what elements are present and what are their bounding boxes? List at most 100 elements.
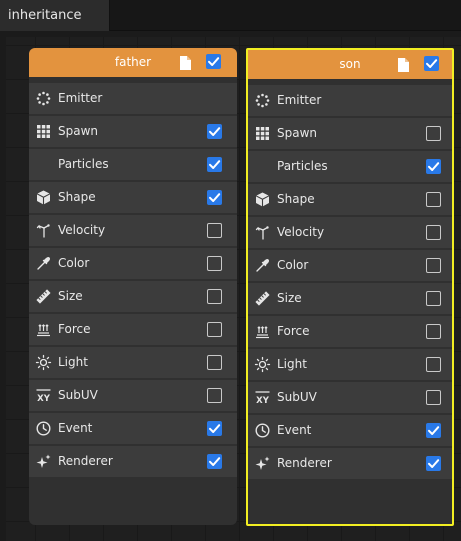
module-row-renderer[interactable]: Renderer [29,446,237,477]
module-row-spawn[interactable]: Spawn [248,118,452,149]
module-row-renderer[interactable]: Renderer [248,448,452,479]
ruler-icon [255,291,270,306]
module-label: Light [58,355,88,369]
eyedropper-icon [36,256,51,271]
node-header[interactable]: son [248,50,452,79]
module-label: Renderer [58,454,113,468]
velocity-icon [36,223,51,238]
cube-icon [255,192,270,207]
module-checkbox[interactable] [207,355,222,370]
module-row-size[interactable]: Size [248,283,452,314]
module-checkbox[interactable] [207,223,222,238]
eyedropper-icon [255,258,270,273]
module-label: SubUV [58,388,98,402]
module-label: Renderer [277,456,332,470]
module-checkbox[interactable] [426,225,441,240]
module-label: Color [58,256,90,270]
sparkle-icon [36,454,51,469]
module-label: Color [277,258,309,272]
document-icon[interactable] [398,58,409,72]
module-row-particles[interactable]: Particles [248,151,452,182]
module-row-light[interactable]: Light [248,349,452,380]
ruler-icon [36,289,51,304]
force-icon [36,322,51,337]
module-label: Size [277,291,302,305]
emitter-icon [255,93,270,108]
module-row-shape[interactable]: Shape [248,184,452,215]
module-label: Event [58,421,93,435]
module-checkbox[interactable] [426,324,441,339]
module-label: Particles [58,157,109,171]
grid-icon [255,126,270,141]
node-enabled-checkbox[interactable] [424,56,439,71]
module-row-particles[interactable]: Particles [29,149,237,180]
emitter-icon [36,91,51,106]
module-checkbox[interactable] [426,390,441,405]
module-checkbox[interactable] [426,258,441,273]
module-checkbox[interactable] [207,190,222,205]
module-label: Force [58,322,91,336]
tab-inheritance[interactable]: inheritance [0,0,110,31]
sun-icon [35,354,52,371]
module-label: SubUV [277,390,317,404]
module-row-subuv[interactable]: XY SubUV [248,382,452,413]
clock-icon [255,423,270,438]
module-label: Spawn [277,126,318,140]
node-title: son [339,57,361,71]
svg-text:XY: XY [37,394,51,404]
module-label: Force [277,324,310,338]
module-row-subuv[interactable]: XY SubUV [29,380,237,411]
module-row-shape[interactable]: Shape [29,182,237,213]
node-1[interactable]: son Emitter Spawn Particles Shape Velocity Col… [246,48,454,526]
sun-icon [254,356,271,373]
module-row-event[interactable]: Event [29,413,237,444]
module-checkbox[interactable] [207,256,222,271]
sparkle-icon [255,456,270,471]
module-row-velocity[interactable]: Velocity [29,215,237,246]
module-row-size[interactable]: Size [29,281,237,312]
module-checkbox[interactable] [207,289,222,304]
module-checkbox[interactable] [207,454,222,469]
module-row-emitter[interactable]: Emitter [29,83,237,114]
module-row-light[interactable]: Light [29,347,237,378]
module-label: Particles [277,159,328,173]
velocity-icon [255,225,270,240]
module-checkbox[interactable] [426,423,441,438]
module-checkbox[interactable] [426,192,441,207]
node-enabled-checkbox[interactable] [206,54,221,69]
module-label: Shape [277,192,315,206]
module-row-velocity[interactable]: Velocity [248,217,452,248]
module-row-event[interactable]: Event [248,415,452,446]
tab-bar: inheritance [0,0,461,31]
module-row-force[interactable]: Force [248,316,452,347]
node-header[interactable]: father [29,48,237,77]
module-checkbox[interactable] [207,157,222,172]
module-checkbox[interactable] [426,456,441,471]
module-row-color[interactable]: Color [29,248,237,279]
module-row-spawn[interactable]: Spawn [29,116,237,147]
module-checkbox[interactable] [426,126,441,141]
svg-text:XY: XY [256,396,270,406]
document-icon[interactable] [180,56,191,70]
module-row-force[interactable]: Force [29,314,237,345]
module-row-color[interactable]: Color [248,250,452,281]
module-checkbox[interactable] [207,322,222,337]
module-label: Velocity [58,223,106,237]
module-checkbox[interactable] [207,388,222,403]
module-row-emitter[interactable]: Emitter [248,85,452,116]
subuv-icon: XY [255,390,270,406]
grid-icon [36,124,51,139]
module-label: Emitter [58,91,103,105]
subuv-icon: XY [36,388,51,404]
node-0[interactable]: father Emitter Spawn Particles Shape Velocity… [29,48,237,525]
module-label: Spawn [58,124,99,138]
module-checkbox[interactable] [426,291,441,306]
module-checkbox[interactable] [207,124,222,139]
module-label: Light [277,357,307,371]
clock-icon [36,421,51,436]
module-label: Emitter [277,93,322,107]
module-label: Size [58,289,83,303]
module-checkbox[interactable] [207,421,222,436]
module-checkbox[interactable] [426,159,441,174]
module-checkbox[interactable] [426,357,441,372]
